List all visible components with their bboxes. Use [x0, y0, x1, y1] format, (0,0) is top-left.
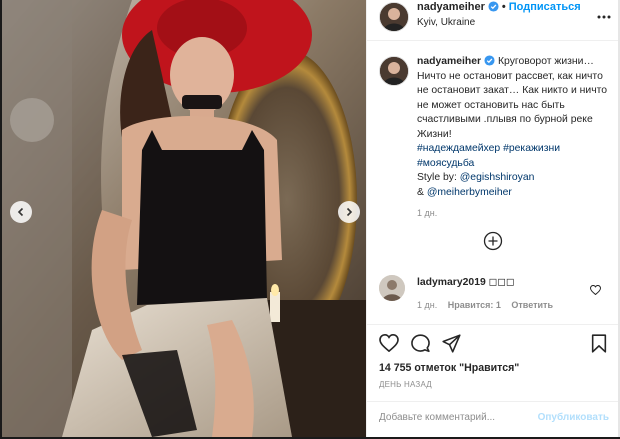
- comment-text: ◻◻◻: [488, 277, 515, 288]
- mention-link[interactable]: @meiherbymeiher: [427, 187, 512, 198]
- more-options-button[interactable]: [597, 6, 611, 24]
- mention-link[interactable]: @egishshiroyan: [460, 172, 535, 183]
- post-photo-image: [2, 0, 366, 437]
- comment-likes-link[interactable]: Нравится: 1: [448, 300, 501, 310]
- style-prefix: Style by:: [417, 172, 460, 183]
- caption-body: Круговорот жизни… Ничто не остановит рас…: [417, 56, 608, 140]
- share-button[interactable]: [442, 334, 461, 358]
- comment-username[interactable]: ladymary2019: [417, 277, 486, 288]
- header-username[interactable]: nadyameiher: [417, 1, 485, 13]
- caption-username[interactable]: nadyameiher: [417, 56, 481, 67]
- next-photo-button[interactable]: [338, 201, 360, 223]
- chevron-left-icon: [17, 207, 24, 217]
- avatar-image: [379, 275, 405, 301]
- more-dots-icon: [597, 15, 611, 19]
- comment-input[interactable]: [379, 412, 529, 423]
- post-side-panel: nadyameiher • Подписаться Kyiv, Ukraine na…: [366, 0, 619, 437]
- add-comment-bar: Опубликовать: [367, 401, 619, 439]
- likes-count[interactable]: 14 755 отметок "Нравится": [379, 362, 519, 374]
- avatar[interactable]: [379, 2, 409, 32]
- comment-meta: 1 дн. Нравится: 1 Ответить: [417, 300, 561, 310]
- post-actions: 14 755 отметок "Нравится" день назад Опу…: [367, 324, 619, 438]
- hashtag-link[interactable]: #моясудьба: [417, 157, 613, 172]
- caption-timestamp[interactable]: 1 дн.: [417, 208, 437, 218]
- comment-bubble-icon: [411, 334, 430, 353]
- commenter-avatar[interactable]: [379, 275, 405, 301]
- caption-text: nadyameiher Круговорот жизни… Ничто не о…: [417, 55, 613, 200]
- save-button[interactable]: [591, 334, 607, 358]
- caption-avatar[interactable]: [379, 56, 409, 86]
- header-separator: •: [501, 1, 506, 13]
- header-user-line: nadyameiher • Подписаться: [417, 1, 581, 13]
- comments-section: nadyameiher Круговорот жизни… Ничто не о…: [367, 40, 619, 265]
- heart-icon: [589, 284, 602, 296]
- chevron-right-icon: [346, 207, 353, 217]
- avatar-image: [380, 3, 408, 31]
- style-by-line: Style by: @egishshiroyan: [417, 171, 613, 186]
- style-by-line-2: & @meiherbymeiher: [417, 186, 613, 201]
- caption-hashtags: #надеждамейхер #рекажизни #моясудьба: [417, 142, 613, 171]
- prev-photo-button[interactable]: [10, 201, 32, 223]
- comment-timestamp[interactable]: 1 дн.: [417, 300, 437, 310]
- bookmark-icon: [591, 334, 607, 353]
- style-joiner: &: [417, 186, 427, 198]
- hashtag-link[interactable]: #надеждамейхер: [417, 143, 500, 154]
- comment-reply-button[interactable]: Ответить: [511, 300, 553, 310]
- header-location[interactable]: Kyiv, Ukraine: [417, 17, 475, 28]
- comment-line: ladymary2019 ◻◻◻: [417, 276, 515, 288]
- comment-item: ladymary2019 ◻◻◻ 1 дн. Нравится: 1 Ответ…: [367, 263, 619, 323]
- publish-button[interactable]: Опубликовать: [538, 412, 609, 423]
- instagram-post-window: nadyameiher • Подписаться Kyiv, Ukraine na…: [0, 0, 620, 437]
- comment-button[interactable]: [411, 334, 430, 358]
- post-date[interactable]: день назад: [379, 380, 432, 389]
- follow-button[interactable]: Подписаться: [509, 1, 581, 13]
- paper-plane-icon: [442, 334, 461, 353]
- load-more-comments-button[interactable]: [483, 231, 503, 256]
- like-comment-button[interactable]: [589, 282, 602, 300]
- verified-badge-icon: [488, 1, 499, 12]
- hashtag-link[interactable]: #рекажизни: [503, 143, 560, 154]
- heart-icon: [379, 333, 399, 353]
- post-header: nadyameiher • Подписаться Kyiv, Ukraine: [367, 0, 619, 41]
- plus-circle-icon: [483, 231, 503, 251]
- like-button[interactable]: [379, 333, 399, 357]
- verified-badge-icon: [484, 55, 495, 66]
- post-photo[interactable]: [2, 0, 366, 437]
- avatar-image: [380, 57, 408, 85]
